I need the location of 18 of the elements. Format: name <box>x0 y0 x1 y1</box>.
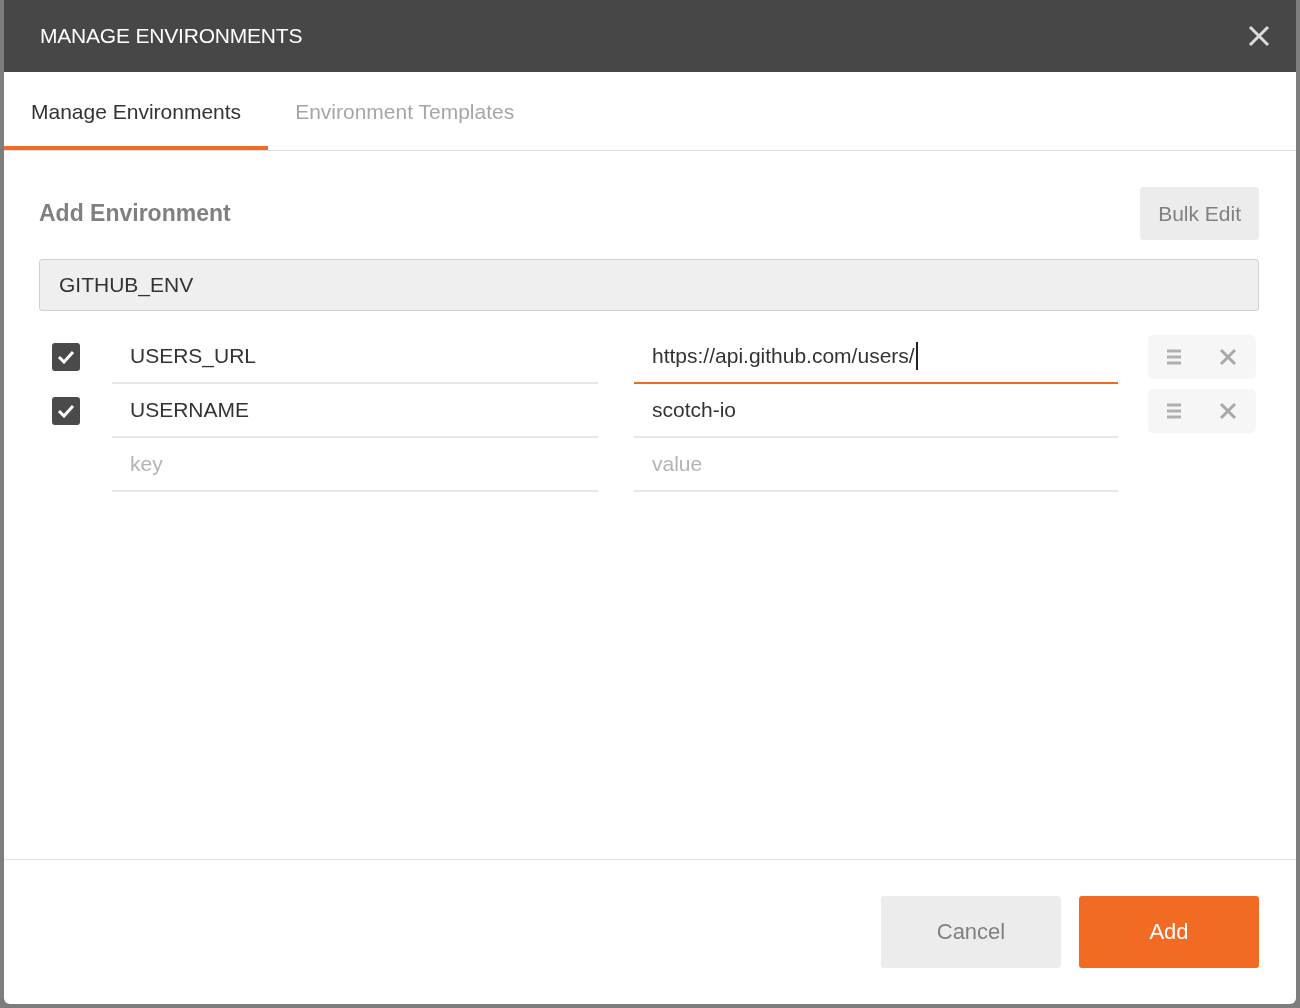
checkbox[interactable] <box>52 397 80 425</box>
close-icon[interactable] <box>1219 348 1237 366</box>
checkmark-icon <box>57 404 75 418</box>
close-icon[interactable] <box>1219 402 1237 420</box>
checkbox[interactable] <box>52 343 80 371</box>
close-button[interactable] <box>1248 25 1270 47</box>
key-field[interactable]: USERNAME <box>112 384 598 438</box>
checkmark-icon <box>57 350 75 364</box>
text-cursor <box>915 342 918 370</box>
section-title: Add Environment <box>39 200 231 227</box>
tab[interactable]: Manage Environments <box>4 72 269 150</box>
value-field[interactable]: scotch-io <box>634 384 1118 438</box>
dialog-title: MANAGE ENVIRONMENTS <box>40 24 303 48</box>
menu-icon[interactable] <box>1167 349 1181 365</box>
key-field[interactable]: USERS_URL <box>112 330 598 384</box>
environment-name-field[interactable]: GITHUB_ENV <box>39 259 1259 311</box>
menu-icon[interactable] <box>1167 403 1181 419</box>
value-field[interactable]: https://api.github.com/users/ <box>634 330 1118 384</box>
